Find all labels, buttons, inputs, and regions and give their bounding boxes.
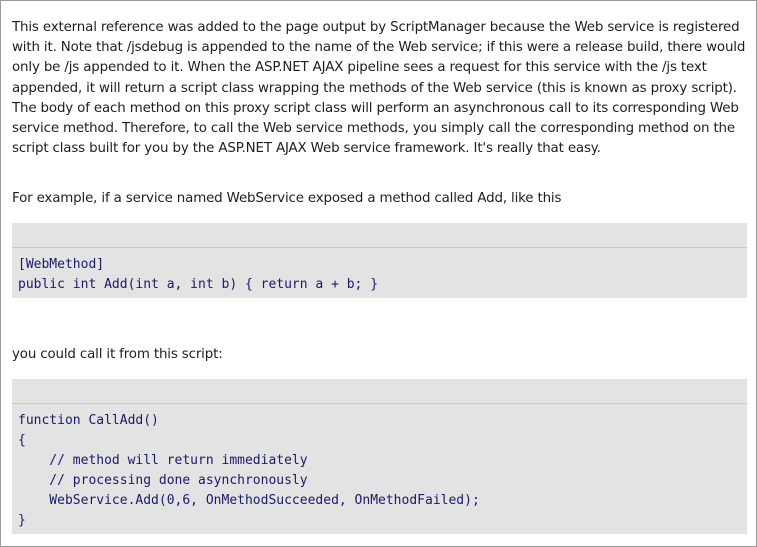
code-block-header	[12, 379, 747, 404]
script-code-block: function CallAdd() { // method will retu…	[12, 379, 747, 534]
call-paragraph: you could call it from this script:	[12, 347, 223, 362]
webmethod-code-block: [WebMethod] public int Add(int a, int b)…	[12, 223, 747, 298]
script-code: function CallAdd() { // method will retu…	[18, 413, 480, 528]
intro-paragraph: This external reference was added to the…	[12, 20, 746, 157]
example-paragraph: For example, if a service named WebServi…	[12, 191, 562, 206]
code-block-header	[12, 223, 747, 248]
webmethod-code: [WebMethod] public int Add(int a, int b)…	[18, 257, 379, 292]
article-frame: This external reference was added to the…	[0, 0, 757, 547]
